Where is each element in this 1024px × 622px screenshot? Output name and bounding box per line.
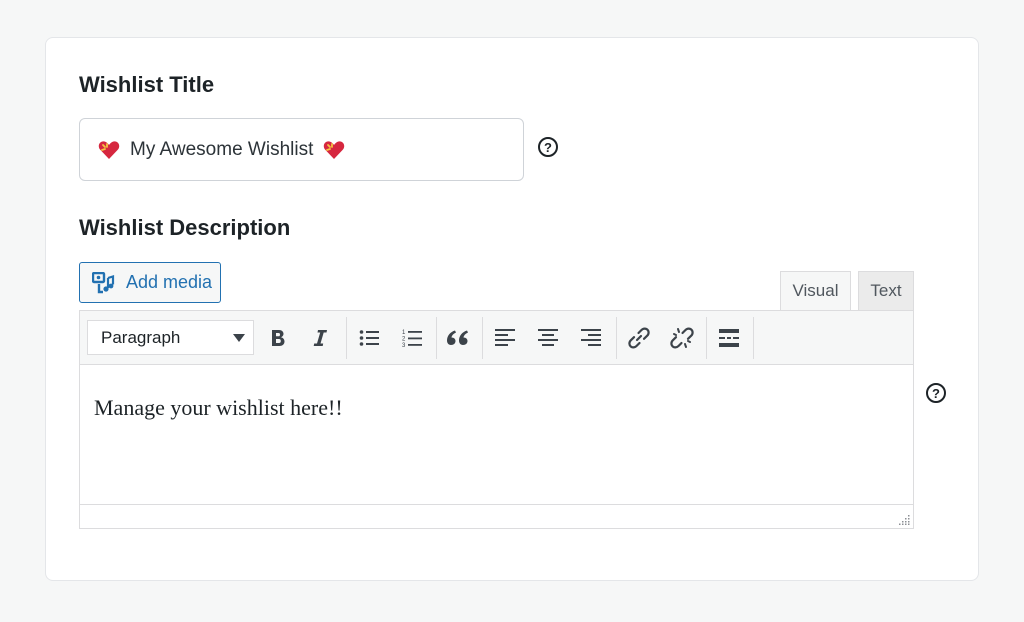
media-icon [92, 271, 115, 293]
toolbar-divider [706, 317, 707, 359]
align-left-button[interactable] [488, 321, 522, 355]
add-media-label: Add media [126, 272, 213, 292]
svg-text:2: 2 [402, 337, 406, 343]
editor-statusbar [80, 504, 913, 528]
tab-visual[interactable]: Visual [780, 271, 851, 310]
bold-button[interactable] [261, 321, 295, 355]
toolbar-divider [482, 317, 483, 359]
question-circle-icon[interactable]: ? [538, 137, 558, 157]
sparkling-heart-icon [98, 140, 120, 159]
blockquote-icon [447, 330, 468, 345]
insert-link-button[interactable] [622, 321, 656, 355]
insert-link-icon [628, 327, 650, 349]
blockquote-button[interactable] [441, 321, 475, 355]
toolbar-divider [346, 317, 347, 359]
svg-text:1: 1 [402, 330, 406, 336]
tab-text[interactable]: Text [858, 271, 914, 310]
bold-icon [272, 330, 285, 346]
wishlist-description-label: Wishlist Description [79, 215, 291, 240]
resize-handle-icon[interactable] [898, 513, 910, 525]
italic-button[interactable] [303, 321, 337, 355]
align-left-icon [495, 329, 515, 346]
settings-card: Wishlist Title My Awesome Wishlist ? Wis… [45, 37, 979, 581]
align-center-icon [538, 329, 558, 346]
sparkling-heart-icon [324, 140, 345, 159]
format-select-value: Paragraph [101, 327, 181, 347]
toolbar-divider [616, 317, 617, 359]
wishlist-title-label: Wishlist Title [79, 72, 215, 97]
numbered-list-icon: 1 2 3 [402, 330, 422, 348]
align-right-button[interactable] [574, 321, 608, 355]
numbered-list-button[interactable]: 1 2 3 [395, 321, 429, 355]
italic-icon [313, 330, 327, 346]
wishlist-title-value: My Awesome Wishlist [130, 138, 314, 160]
bulleted-list-icon [359, 330, 379, 346]
bulleted-list-button[interactable] [352, 321, 386, 355]
wishlist-title-input[interactable]: My Awesome Wishlist [79, 118, 524, 181]
format-select[interactable]: Paragraph [87, 320, 254, 355]
remove-link-button[interactable] [665, 321, 699, 355]
rich-text-editor: Paragraph 1 2 3 Manage your wishlist her… [79, 310, 914, 529]
read-more-icon [719, 329, 739, 347]
add-media-button[interactable]: Add media [79, 262, 221, 303]
editor-toolbar: Paragraph 1 2 3 [80, 311, 913, 365]
svg-text:3: 3 [402, 343, 406, 348]
toolbar-divider [436, 317, 437, 359]
caret-down-icon [233, 334, 245, 342]
align-center-button[interactable] [531, 321, 565, 355]
remove-link-icon [670, 327, 694, 349]
align-right-icon [581, 329, 601, 346]
question-circle-icon[interactable]: ? [926, 383, 946, 403]
read-more-button[interactable] [712, 321, 746, 355]
editor-content[interactable]: Manage your wishlist here!! [94, 395, 343, 421]
toolbar-divider [753, 317, 754, 359]
